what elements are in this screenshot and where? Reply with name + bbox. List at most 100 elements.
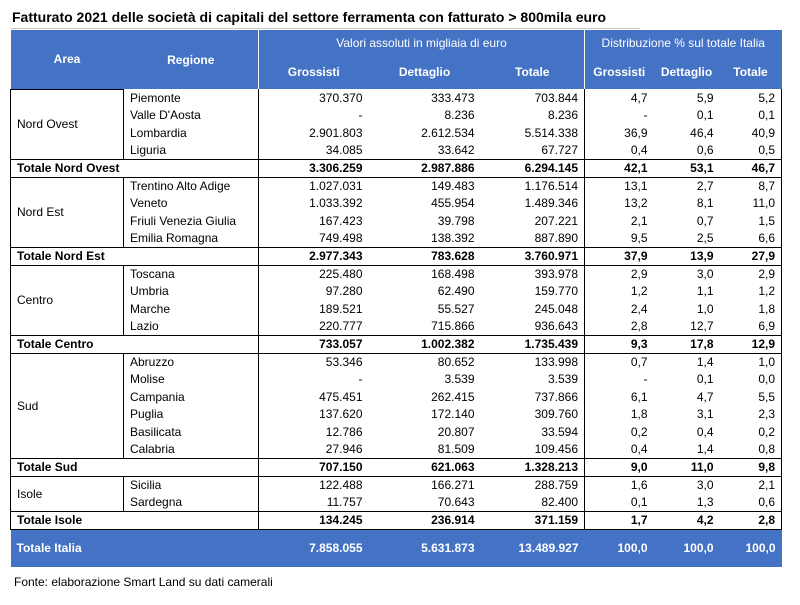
region-name: Emilia Romagna	[123, 229, 259, 247]
cell-totale: 1.489.346	[524, 196, 579, 211]
cell-dettaglio: 3.539	[444, 372, 475, 387]
cell-grossisti: 7.858.055	[258, 528, 369, 567]
cell-dettaglio: 166.271	[431, 478, 475, 492]
cell-totale: 207.221	[534, 213, 579, 228]
cell-grossisti: 53.346	[258, 353, 369, 371]
cell-totale: 1.328.213	[480, 457, 585, 477]
cell-pct-dettaglio: 0,1	[696, 108, 714, 123]
area-label: Isole	[10, 475, 124, 511]
cell-dettaglio: 455.954	[431, 196, 475, 211]
area-total-row: Totale Nord Est 2.977.343 783.628 3.760.971…	[10, 246, 783, 266]
cell-dettaglio: 2.987.886	[368, 158, 481, 178]
cell-grossisti: 220.777	[258, 317, 369, 335]
cell-dettaglio: 5.631.873	[368, 528, 481, 567]
region-name: Sardegna	[123, 493, 259, 511]
cell-grossisti: 137.620	[258, 405, 369, 423]
cell-grossisti: 475.451	[258, 388, 369, 406]
cell-pct-dettaglio: 12,7	[690, 319, 714, 333]
cell-grossisti: 189.521	[258, 300, 369, 318]
cell-totale: 371.159	[480, 510, 585, 530]
cell-pct-grossisti: 1,2	[584, 282, 654, 300]
region-name: Trentino Alto Adige	[123, 177, 259, 195]
cell-pct-grossisti: 0,4	[584, 141, 654, 159]
cell-pct-dettaglio: 2,7	[696, 179, 714, 193]
cell-pct-grossisti: 9,3	[584, 334, 654, 354]
cell-pct-grossisti: 2,4	[584, 300, 654, 318]
cell-pct-totale: 1,2	[719, 282, 783, 300]
header-pct-totale: Totale	[719, 55, 782, 89]
header-area: Area	[10, 30, 124, 89]
cell-grossisti: 27.946	[258, 440, 369, 458]
cell-pct-totale: 46,7	[719, 158, 783, 178]
cell-pct-grossisti: 36,9	[584, 124, 654, 142]
cell-pct-grossisti: 0,4	[584, 440, 654, 458]
cell-pct-totale: 2,1	[719, 476, 783, 494]
cell-pct-totale: 100,0	[719, 528, 782, 567]
cell-pct-totale: 2,8	[719, 510, 783, 530]
header-pct-grossisti: Grossisti	[584, 55, 654, 89]
cell-dettaglio: 138.392	[431, 231, 475, 245]
cell-dettaglio: 20.807	[437, 424, 475, 439]
cell-pct-dettaglio: 1,1	[696, 284, 714, 299]
cell-dettaglio: 172.140	[431, 407, 475, 422]
header-regione: Regione	[123, 30, 259, 89]
cell-pct-dettaglio: 46,4	[690, 125, 714, 140]
document-title: Fatturato 2021 delle società di capitali…	[12, 9, 607, 25]
cell-pct-dettaglio: 8,1	[696, 196, 714, 211]
cell-pct-dettaglio: 3,1	[696, 407, 714, 422]
cell-pct-dettaglio: 11,0	[653, 457, 720, 477]
header-dettaglio: Dettaglio	[368, 55, 481, 89]
cell-pct-totale: 27,9	[719, 246, 783, 266]
cell-pct-dettaglio: 4,7	[696, 389, 714, 404]
cell-pct-totale: 0,5	[719, 141, 783, 159]
header-group-percent: Distribuzione % sul totale Italia	[584, 30, 782, 55]
table-row: Veneto 1.033.392 455.954 1.489.346 13,2 8,1 11…	[11, 194, 783, 212]
cell-pct-dettaglio: 1,3	[696, 495, 714, 509]
cell-pct-totale: 0,8	[719, 440, 783, 458]
cell-pct-grossisti: 1,8	[584, 405, 654, 423]
cell-pct-totale: 5,5	[719, 388, 783, 406]
cell-pct-dettaglio: 3,0	[696, 267, 714, 281]
cell-totale: 288.759	[534, 478, 579, 492]
cell-grossisti: 34.085	[258, 141, 369, 159]
cell-pct-dettaglio: 3,0	[696, 478, 714, 492]
region-name: Umbria	[123, 282, 259, 300]
area-total-label: Totale Centro	[10, 334, 259, 354]
cell-grossisti: 733.057	[258, 334, 369, 354]
cell-totale: 82.400	[541, 495, 579, 509]
cell-pct-grossisti: 42,1	[584, 158, 654, 178]
cell-pct-dettaglio: 1,4	[696, 355, 714, 369]
cell-pct-grossisti: 6,1	[584, 388, 654, 406]
table-row: Puglia 137.620 172.140 309.760 1,8 3,1 2,3	[11, 405, 783, 423]
table-row: Isole Sicilia 122.488 166.271 288.759 1,6 3,0 2…	[10, 475, 783, 511]
cell-pct-totale: 11,0	[719, 194, 783, 212]
table-row: Lazio 220.777 715.866 936.643 2,8 12,7 6,9	[11, 317, 783, 335]
area-total-label: Totale Isole	[10, 510, 259, 530]
area-total-row: Totale Nord Ovest 3.306.259 2.987.886 6.294…	[10, 158, 783, 178]
italy-total-row: Totale Italia 7.858.055 5.631.873 13.489.92…	[10, 528, 782, 567]
revenue-table: Area Regione Valori assoluti in migliaia…	[10, 30, 783, 567]
cell-grossisti: 3.306.259	[258, 158, 369, 178]
cell-pct-dettaglio: 1,4	[696, 442, 714, 456]
area-total-label: Totale Sud	[10, 457, 259, 477]
area-total-label: Totale Nord Est	[10, 246, 259, 266]
cell-dettaglio: 33.642	[437, 143, 475, 157]
cell-pct-grossisti: 0,1	[584, 493, 654, 511]
cell-pct-grossisti: 9,0	[584, 457, 654, 477]
header-grossisti: Grossisti	[258, 55, 369, 89]
region-name: Piemonte	[123, 89, 259, 107]
area-total-row: Totale Centro 733.057 1.002.382 1.735.439 9,…	[10, 334, 783, 354]
area-label: Centro	[10, 264, 124, 335]
cell-grossisti: 2.901.803	[258, 124, 369, 142]
region-name: Lombardia	[123, 124, 259, 142]
region-name: Liguria	[123, 141, 259, 159]
cell-totale: 6.294.145	[480, 158, 585, 178]
table-row: Lombardia 2.901.803 2.612.534 5.514.338 36,9…	[11, 124, 783, 142]
table-row: Calabria 27.946 81.509 109.456 0,4 1,4 0,8	[11, 440, 783, 458]
cell-grossisti: 225.480	[258, 265, 369, 283]
area-total-label: Totale Nord Ovest	[10, 158, 259, 178]
cell-grossisti: 134.245	[258, 510, 369, 530]
region-name: Puglia	[123, 405, 259, 423]
table-row: Liguria 34.085 33.642 67.727 0,4 0,6 0,5	[11, 141, 783, 159]
cell-totale: 737.866	[534, 389, 579, 404]
